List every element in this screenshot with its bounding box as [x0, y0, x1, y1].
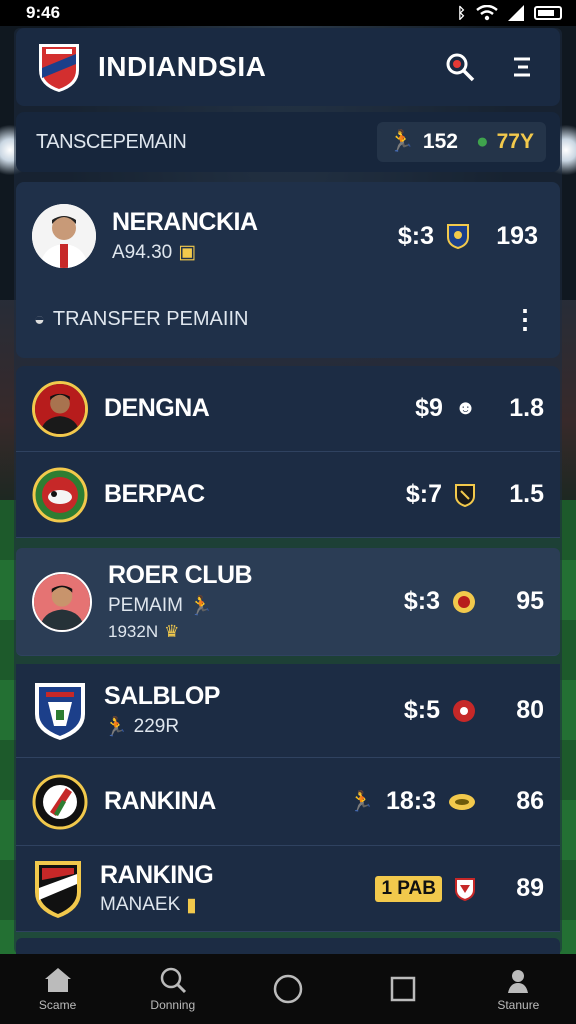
- face-icon: ☻: [454, 397, 476, 419]
- profile-icon: [508, 970, 529, 993]
- list-item[interactable]: RANKING MANAEK ▮ 1 PAB 89: [16, 846, 560, 932]
- player-score: 95: [516, 587, 544, 615]
- square-icon: [390, 976, 416, 1002]
- menu-button[interactable]: [502, 47, 542, 87]
- player-score: 80: [516, 696, 544, 724]
- nav-profile[interactable]: Stanure: [468, 966, 568, 1012]
- player-name: BERPAC: [104, 480, 205, 508]
- club-crest: [35, 860, 81, 918]
- player-name: NERANCKIA: [112, 208, 258, 236]
- search-icon: [446, 53, 475, 82]
- runner-icon: 🏃: [349, 791, 374, 813]
- nav-label: Stanure: [497, 998, 540, 1012]
- ball-icon: ◒: [34, 308, 45, 329]
- nav-home[interactable]: Scame: [8, 966, 108, 1012]
- club-badge-icon: [455, 877, 475, 901]
- section-title: TANSCEPEMAIN: [36, 130, 187, 153]
- app-header: INDIANDSIA: [16, 28, 560, 106]
- club-crest: [32, 774, 88, 829]
- section-bar: TANSCEPEMAIN 🏃 152 ● 77Y: [16, 112, 560, 172]
- section-label: TRANSFER PEMAIIN: [52, 307, 249, 330]
- ball-badge-icon: [449, 793, 475, 810]
- featured-player-card[interactable]: NERANCKIA A94.30 ▣ $:3 193 ◒ TRANSFER PE…: [16, 182, 560, 358]
- club-badge-icon: [447, 224, 469, 249]
- player-value: 1932N: [108, 622, 159, 641]
- player-score: 193: [496, 221, 538, 250]
- player-price: $:5: [403, 696, 440, 724]
- runner-icon: 🏃: [104, 717, 128, 738]
- nav-search[interactable]: Donning: [123, 966, 223, 1012]
- menu-icon: [514, 57, 530, 77]
- player-score: 1.8: [509, 394, 544, 422]
- club-badge-icon: [453, 699, 475, 722]
- status-time: 9:46: [26, 3, 61, 22]
- player-name: RANKINA: [104, 787, 216, 815]
- stats-pill: 🏃 152 ● 77Y: [376, 122, 546, 162]
- player-price: $9: [415, 394, 443, 422]
- runner-icon: ▮: [186, 894, 197, 916]
- ball-icon: ●: [475, 130, 489, 153]
- status-bar: 9:46 ᛒ: [0, 0, 576, 26]
- club-crest: [32, 467, 88, 522]
- list-item[interactable]: DENGNA $9 ☻ 1.8: [16, 366, 560, 452]
- stat-players: 152: [422, 130, 458, 153]
- nav-recents[interactable]: [353, 975, 453, 1003]
- player-name: DENGNA: [104, 394, 210, 422]
- wifi-icon: [476, 5, 498, 21]
- player-photo: [32, 204, 96, 268]
- list-item-selected[interactable]: ROER CLUB PEMAIM 🏃 1932N ♛ $:3 95: [16, 548, 560, 656]
- player-role: PEMAIM: [108, 595, 183, 616]
- list-item[interactable]: BERPAC $:7 1.5: [16, 452, 560, 538]
- more-options-icon[interactable]: ⋮: [512, 306, 538, 332]
- avatar: [32, 571, 92, 632]
- bluetooth-icon: ᛒ: [456, 4, 466, 22]
- signal-icon: [508, 5, 524, 21]
- player-score: 86: [516, 787, 544, 815]
- player-price: $:7: [405, 480, 442, 508]
- circle-icon: [273, 974, 303, 1004]
- club-crest: [35, 682, 85, 740]
- team-logo: [39, 44, 79, 92]
- stat-points: 77Y: [496, 130, 534, 153]
- list-item[interactable]: RANKINA 🏃 18:3 86: [16, 758, 560, 846]
- bottom-navigation: Scame Donning Stanure: [0, 954, 576, 1024]
- player-icon: 🏃: [388, 130, 415, 153]
- battery-icon: [534, 6, 562, 20]
- nav-label: Scame: [38, 998, 77, 1012]
- player-price: 1 PAB: [375, 875, 442, 902]
- badge-icon: ▣: [178, 242, 197, 263]
- avatar: [32, 380, 88, 437]
- player-price: 18:3: [385, 787, 436, 815]
- player-price: $:3: [397, 221, 434, 250]
- player-name: RANKING: [100, 860, 214, 889]
- avatar: [32, 204, 96, 268]
- search-icon: [160, 967, 186, 994]
- player-value: A94.30: [112, 241, 173, 263]
- club-badge-icon: [453, 590, 475, 613]
- nav-label: Donning: [150, 998, 196, 1012]
- trophy-icon: ♛: [164, 622, 180, 641]
- list-item[interactable]: SALBLOP 🏃 229R $:5 80: [16, 664, 560, 758]
- app-title: INDIANDSIA: [98, 51, 267, 82]
- player-score: 89: [516, 874, 544, 902]
- club-badge-icon: [455, 483, 475, 507]
- player-photo: [35, 383, 85, 434]
- player-role: MANAEK: [100, 894, 181, 915]
- player-name: SALBLOP: [104, 682, 220, 710]
- runner-icon: 🏃: [188, 596, 213, 617]
- list-item-partial[interactable]: [16, 938, 560, 954]
- player-score: 1.5: [509, 480, 544, 508]
- player-price: $:3: [403, 587, 440, 615]
- player-photo: [34, 573, 90, 630]
- player-value: 229R: [133, 716, 180, 737]
- home-icon: [44, 968, 71, 992]
- nav-system-home[interactable]: [238, 974, 338, 1004]
- search-button[interactable]: [440, 47, 480, 87]
- player-name: ROER CLUB: [108, 561, 253, 589]
